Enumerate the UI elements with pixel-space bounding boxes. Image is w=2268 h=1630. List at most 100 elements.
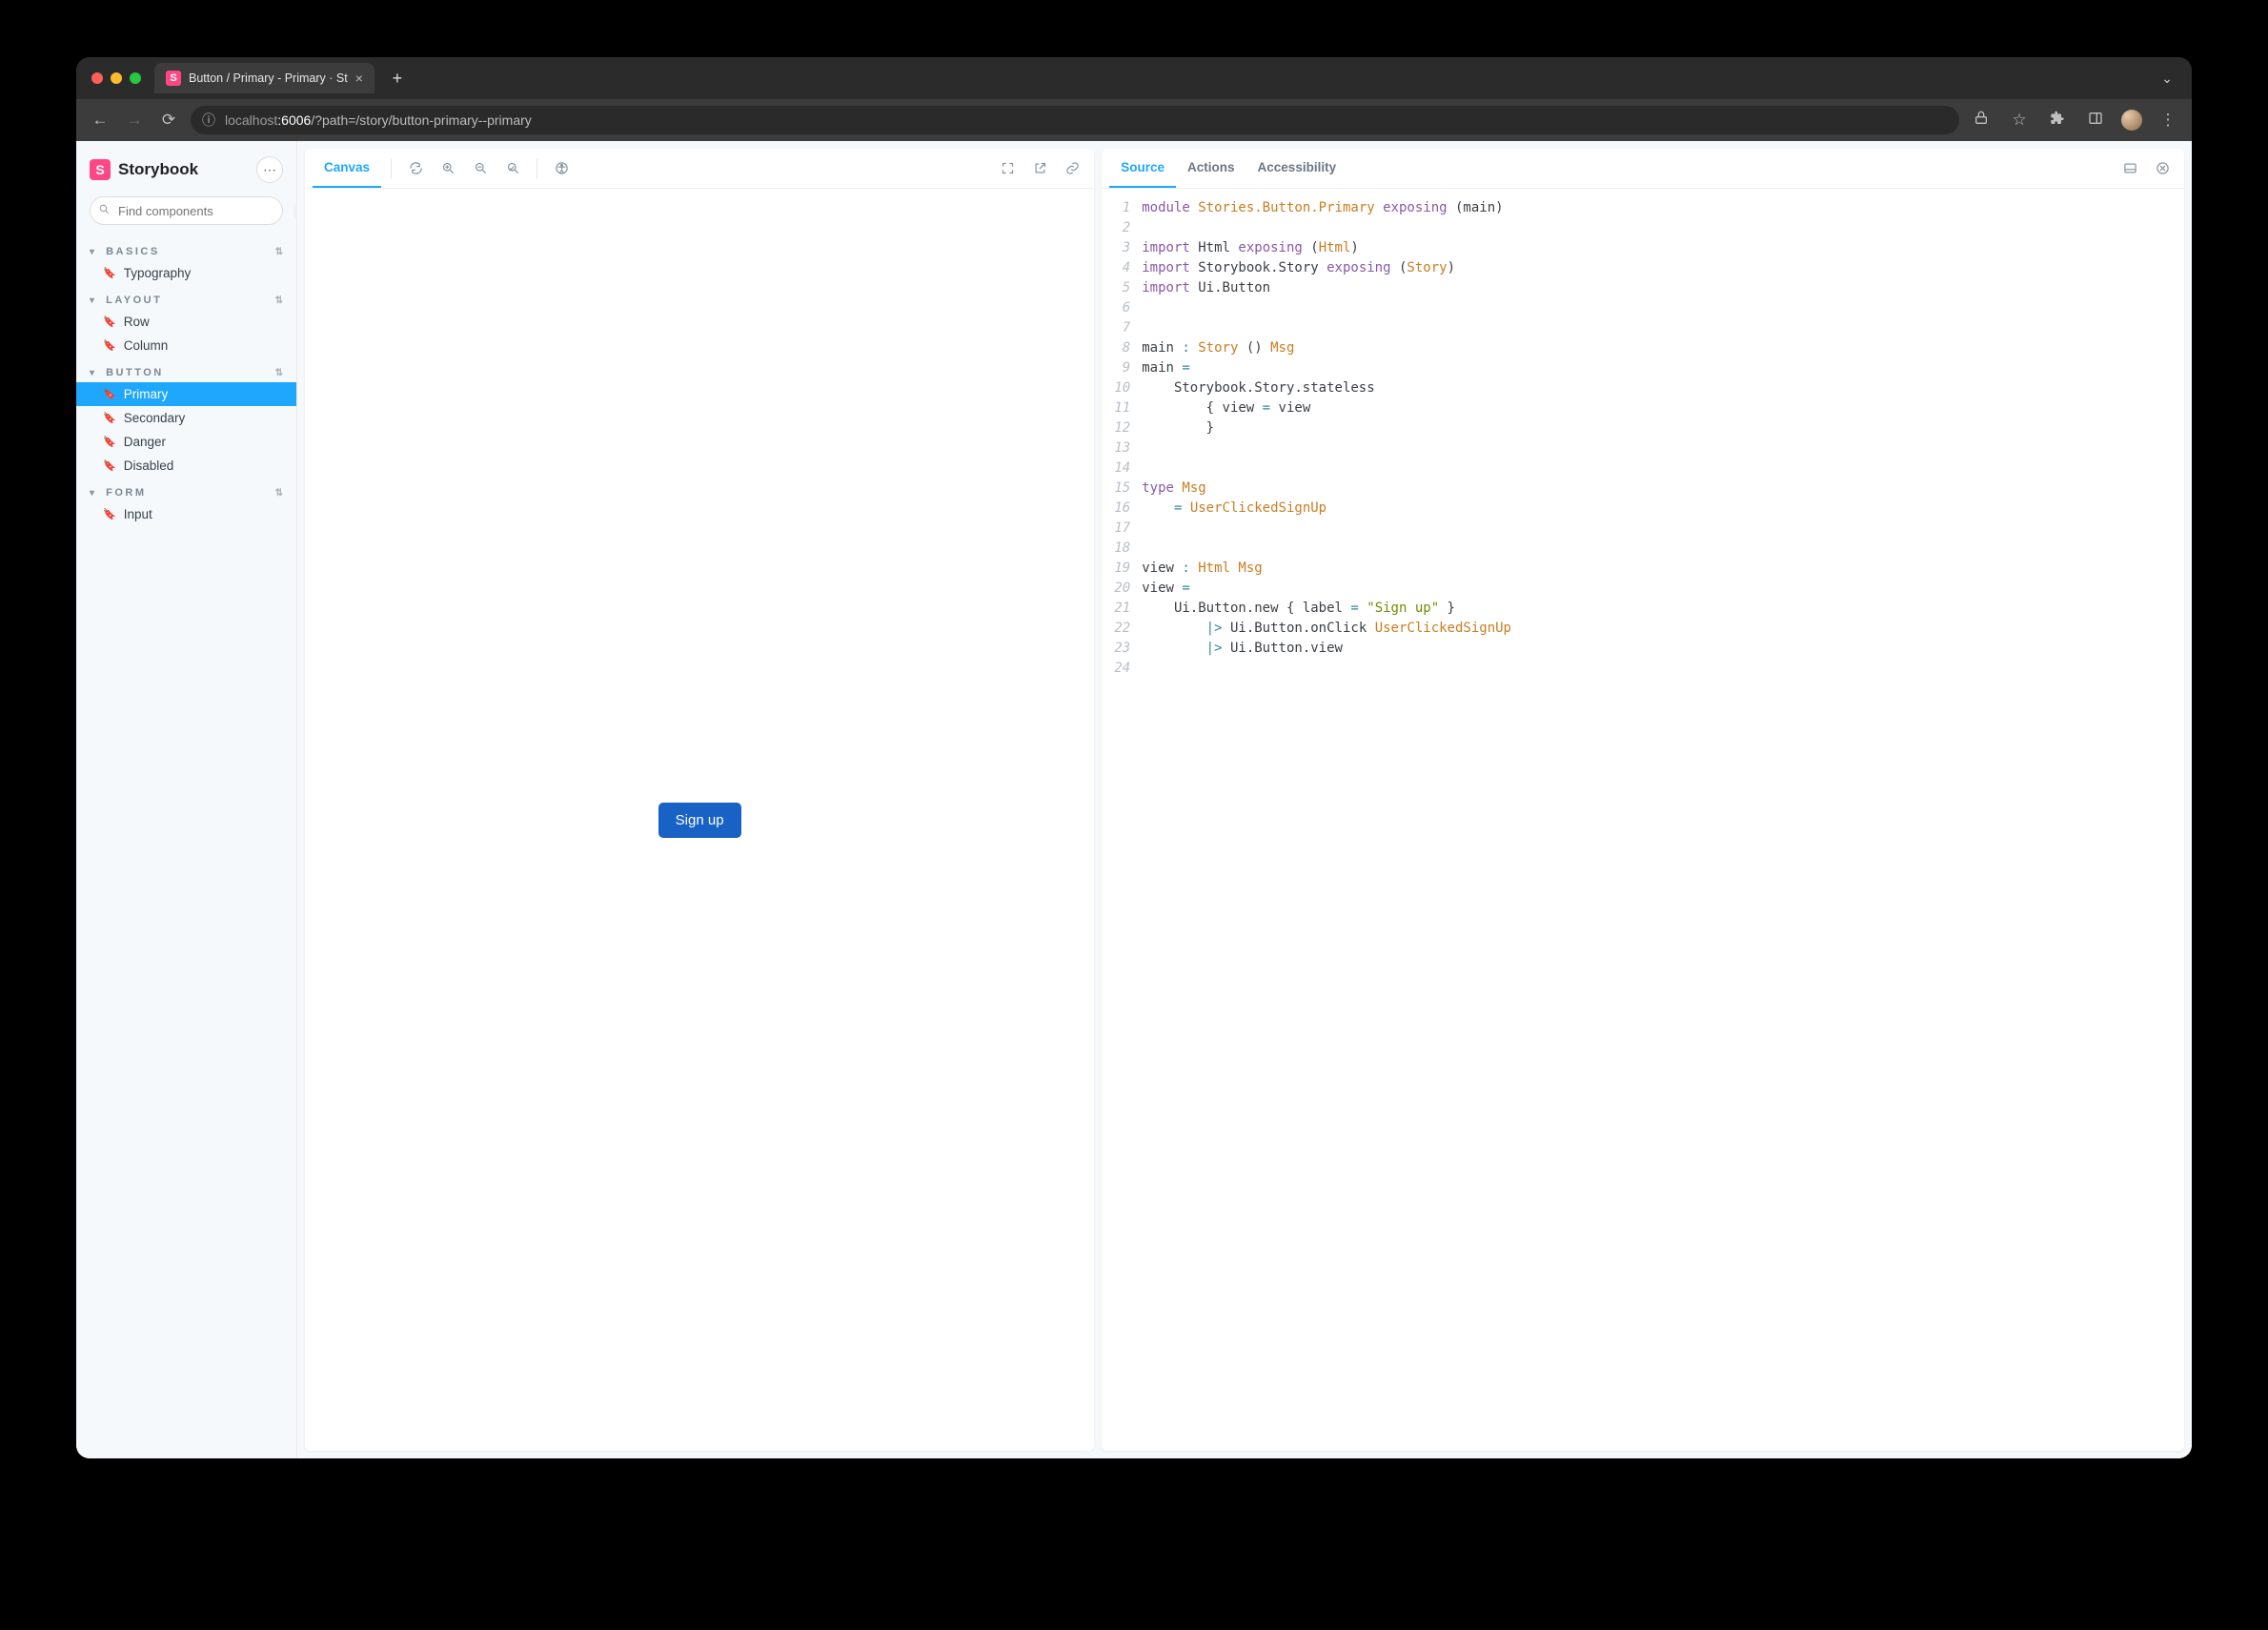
tab-source[interactable]: Source	[1109, 149, 1176, 188]
tab-strip: S Button / Primary - Primary · St × + ⌄	[76, 57, 2192, 99]
zoom-reset-icon[interactable]	[498, 154, 527, 183]
tab-actions[interactable]: Actions	[1176, 149, 1246, 188]
code-line: 18	[1102, 539, 2184, 559]
side-panel-icon[interactable]	[2083, 111, 2108, 131]
sidebar-item-typography[interactable]: 🔖Typography	[76, 261, 296, 285]
sidebar-group-header[interactable]: ▾ BUTTON⇅	[76, 357, 296, 382]
code-text: main =	[1142, 358, 1190, 378]
chevron-down-icon: ▾	[90, 488, 97, 499]
new-tab-button[interactable]: +	[384, 69, 411, 89]
close-panel-icon[interactable]	[2148, 154, 2177, 183]
sort-icon[interactable]: ⇅	[275, 247, 283, 257]
profile-avatar[interactable]	[2121, 110, 2142, 131]
sidebar-group-header[interactable]: ▾ FORM ⇅	[76, 478, 296, 502]
line-number: 11	[1102, 398, 1142, 418]
share-icon[interactable]	[1969, 111, 1994, 131]
line-number: 13	[1102, 438, 1142, 458]
line-number: 1	[1102, 198, 1142, 218]
code-text: { view = view	[1142, 398, 1310, 418]
panel-position-icon[interactable]	[2116, 154, 2144, 183]
code-text	[1142, 458, 1149, 479]
kebab-menu-icon[interactable]: ⋮	[2156, 111, 2180, 130]
tab-canvas[interactable]: Canvas	[313, 149, 381, 188]
brand[interactable]: S Storybook	[90, 159, 198, 180]
sort-icon[interactable]: ⇅	[275, 295, 283, 306]
code-line: 24	[1102, 659, 2184, 679]
remount-icon[interactable]	[401, 154, 430, 183]
sort-icon[interactable]: ⇅	[275, 488, 283, 499]
code-text	[1142, 659, 1149, 679]
line-number: 15	[1102, 479, 1142, 499]
zoom-out-icon[interactable]	[466, 154, 495, 183]
sidebar-item-danger[interactable]: 🔖Danger	[76, 430, 296, 454]
window-close[interactable]	[91, 72, 103, 84]
line-number: 21	[1102, 599, 1142, 619]
code-text: import Storybook.Story exposing (Story)	[1142, 258, 1455, 278]
brand-name: Storybook	[118, 160, 198, 179]
group-name: BASICS	[106, 246, 160, 257]
bookmark-icon: 🔖	[103, 436, 116, 448]
sidebar-group-header[interactable]: ▾ BASICS ⇅	[76, 236, 296, 261]
copy-link-icon[interactable]	[1058, 154, 1086, 183]
fullscreen-icon[interactable]	[993, 154, 1022, 183]
chevron-down-icon: ▾	[90, 247, 97, 257]
accessibility-icon[interactable]	[547, 154, 576, 183]
line-number: 4	[1102, 258, 1142, 278]
sidebar-item-row[interactable]: 🔖Row	[76, 310, 296, 334]
sidebar-item-secondary[interactable]: 🔖Secondary	[76, 406, 296, 430]
address-bar[interactable]: ⓘ localhost:6006/?path=/story/button-pri…	[191, 106, 1959, 134]
search-field[interactable]	[118, 204, 286, 218]
sort-icon[interactable]: ⇅	[275, 368, 283, 378]
reload-button[interactable]: ⟳	[156, 111, 181, 130]
code-text	[1142, 438, 1149, 458]
window-controls	[91, 72, 141, 84]
browser-tab[interactable]: S Button / Primary - Primary · St ×	[154, 63, 375, 93]
line-number: 9	[1102, 358, 1142, 378]
bookmark-icon: 🔖	[103, 316, 116, 328]
group-name: LAYOUT	[106, 295, 162, 306]
group-name: FORM	[106, 487, 146, 499]
signup-button[interactable]: Sign up	[658, 803, 741, 838]
code-line: 11 { view = view	[1102, 398, 2184, 418]
code-line: 4import Storybook.Story exposing (Story)	[1102, 258, 2184, 278]
code-line: 14	[1102, 458, 2184, 479]
addons-panel: SourceActionsAccessibility 1module Stori…	[1102, 149, 2184, 1451]
code-line: 9main =	[1102, 358, 2184, 378]
search-input[interactable]: /	[90, 196, 283, 225]
bookmark-icon: 🔖	[103, 339, 116, 352]
site-info-icon[interactable]: ⓘ	[202, 111, 215, 130]
bookmark-icon: 🔖	[103, 508, 116, 520]
code-text	[1142, 519, 1149, 539]
forward-button[interactable]: →	[122, 111, 147, 130]
window-zoom[interactable]	[130, 72, 141, 84]
code-line: 21 Ui.Button.new { label = "Sign up" }	[1102, 599, 2184, 619]
window-minimize[interactable]	[111, 72, 122, 84]
extensions-icon[interactable]	[2045, 111, 2070, 131]
code-line: 23 |> Ui.Button.view	[1102, 639, 2184, 659]
sidebar-item-label: Column	[124, 338, 169, 353]
sidebar-group-header[interactable]: ▾ LAYOUT⇅	[76, 285, 296, 310]
code-line: 2	[1102, 218, 2184, 238]
url-text: localhost:6006/?path=/story/button-prima…	[225, 112, 532, 128]
storybook-app: S Storybook ⋯ / ▾ BASICS ⇅ 🔖Typography ▾ LA…	[76, 141, 2192, 1458]
tabs-menu-icon[interactable]: ⌄	[2161, 71, 2173, 87]
sidebar-item-input[interactable]: 🔖Input	[76, 502, 296, 526]
code-line: 10 Storybook.Story.stateless	[1102, 378, 2184, 398]
sidebar-item-column[interactable]: 🔖 Column	[76, 334, 296, 357]
line-number: 16	[1102, 499, 1142, 519]
tab-accessibility[interactable]: Accessibility	[1246, 149, 1348, 188]
close-tab-icon[interactable]: ×	[355, 71, 363, 86]
bookmark-star-icon[interactable]: ☆	[2007, 111, 2032, 130]
open-new-tab-icon[interactable]	[1025, 154, 1054, 183]
back-button[interactable]: ←	[88, 111, 112, 130]
source-code: 1module Stories.Button.Primary exposing …	[1102, 189, 2184, 1451]
zoom-in-icon[interactable]	[434, 154, 462, 183]
code-text: |> Ui.Button.onClick UserClickedSignUp	[1142, 619, 1511, 639]
sidebar-menu-button[interactable]: ⋯	[256, 156, 283, 183]
line-number: 2	[1102, 218, 1142, 238]
code-text	[1142, 539, 1149, 559]
storybook-logo-icon: S	[90, 159, 111, 180]
sidebar-item-disabled[interactable]: 🔖Disabled	[76, 454, 296, 478]
sidebar-item-label: Secondary	[124, 411, 186, 425]
sidebar-item-primary[interactable]: 🔖Primary	[76, 382, 296, 406]
